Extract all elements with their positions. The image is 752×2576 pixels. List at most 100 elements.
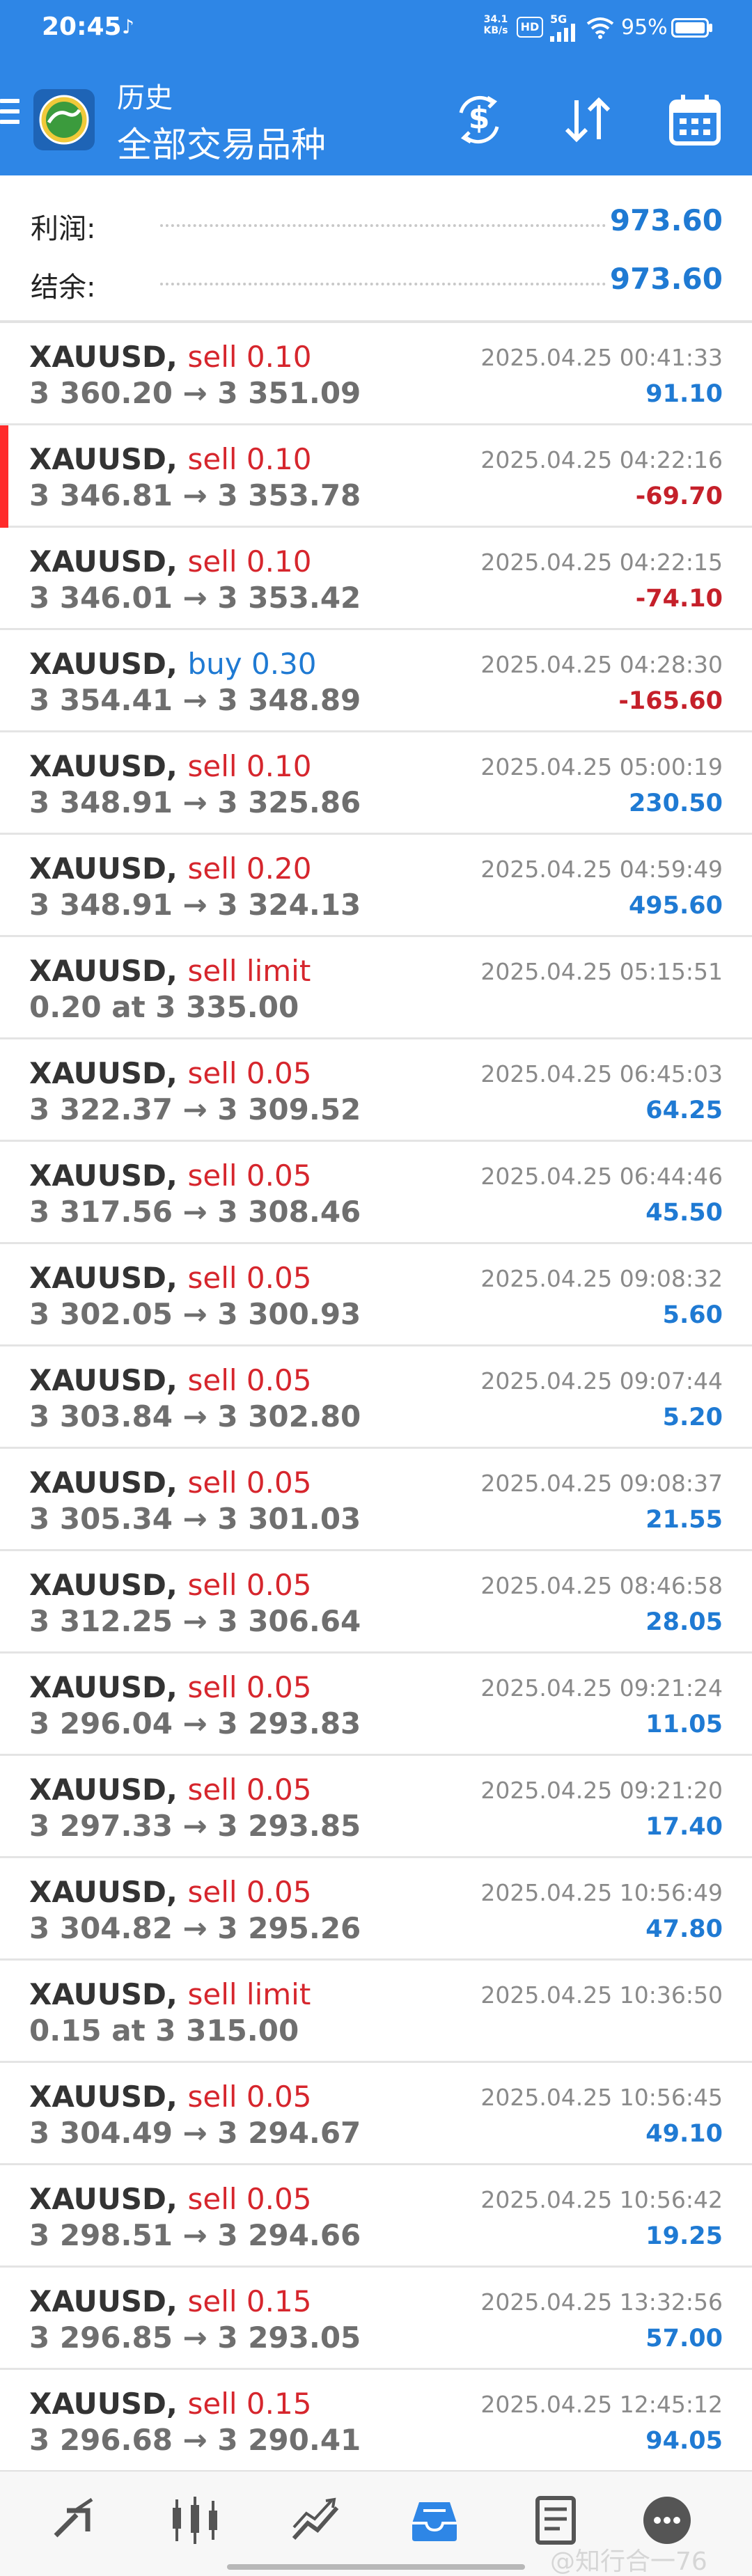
profit-value: 973.60 [609, 203, 723, 237]
trade-profit: 91.10 [645, 380, 723, 408]
trade-profit: 45.50 [645, 1199, 723, 1227]
symbol-name: XAUUSD, [29, 1773, 178, 1807]
trade-symbol: XAUUSD, sell 0.05 [29, 1568, 311, 1602]
trade-row[interactable]: XAUUSD, sell 0.05 3 298.51 → 3 294.66 2025… [0, 2165, 752, 2268]
trade-side: sell 0.10 [187, 442, 312, 476]
trade-row[interactable]: XAUUSD, sell 0.15 3 296.85 → 3 293.05 2025… [0, 2268, 752, 2370]
quotes-icon[interactable] [49, 2492, 104, 2548]
trade-profit: 49.10 [645, 2120, 723, 2148]
trade-side: sell 0.05 [187, 1773, 312, 1807]
trade-time: 2025.04.25 04:59:49 [480, 856, 723, 883]
trade-prices: 0.20 at 3 335.00 [29, 990, 299, 1024]
trade-profit: 64.25 [645, 1097, 723, 1124]
trade-prices: 3 312.25 → 3 306.64 [29, 1604, 361, 1638]
journal-icon[interactable] [528, 2492, 583, 2548]
trade-row[interactable]: XAUUSD, sell 0.10 3 348.91 → 3 325.86 2025… [0, 732, 752, 835]
trade-side: sell 0.10 [187, 749, 312, 783]
trade-profit: 47.80 [645, 1915, 723, 1943]
calendar-icon[interactable] [667, 92, 723, 148]
history-icon[interactable] [407, 2492, 462, 2548]
trade-row[interactable]: XAUUSD, sell 0.05 3 312.25 → 3 306.64 2025… [0, 1551, 752, 1654]
trade-row[interactable]: XAUUSD, sell 0.05 3 304.82 → 3 295.26 2025… [0, 1858, 752, 1961]
trade-side: sell 0.15 [187, 2387, 312, 2421]
symbol-name: XAUUSD, [29, 1261, 178, 1295]
trade-row[interactable]: XAUUSD, sell 0.10 3 360.20 → 3 351.09 2025… [0, 323, 752, 425]
trade-time: 2025.04.25 12:45:12 [480, 2391, 723, 2418]
trade-time: 2025.04.25 05:00:19 [480, 753, 723, 780]
trade-prices: 3 305.34 → 3 301.03 [29, 1502, 361, 1536]
trade-row[interactable]: XAUUSD, sell 0.05 3 305.34 → 3 301.03 2025… [0, 1449, 752, 1551]
menu-icon[interactable] [0, 99, 21, 134]
trade-profit: 5.20 [662, 1404, 723, 1431]
signal-icon [550, 24, 575, 42]
trade-time: 2025.04.25 10:56:42 [480, 2186, 723, 2213]
trade-side: sell 0.05 [187, 1363, 312, 1397]
trade-row[interactable]: XAUUSD, sell 0.05 3 296.04 → 3 293.83 2025… [0, 1654, 752, 1756]
symbol-filter[interactable]: 全部交易品种 [117, 117, 326, 167]
trade-symbol: XAUUSD, sell 0.15 [29, 2284, 311, 2318]
trade-prices: 3 322.37 → 3 309.52 [29, 1092, 361, 1126]
trade-profit: 17.40 [645, 1813, 723, 1841]
trade-row[interactable]: XAUUSD, sell 0.05 3 304.49 → 3 294.67 2025… [0, 2063, 752, 2165]
trade-row[interactable]: XAUUSD, sell 0.05 3 322.37 → 3 309.52 2025… [0, 1039, 752, 1142]
trade-row[interactable]: XAUUSD, sell 0.05 3 297.33 → 3 293.85 2025… [0, 1756, 752, 1858]
trade-row[interactable]: XAUUSD, sell 0.10 3 346.01 → 3 353.42 2025… [0, 528, 752, 630]
trade-row[interactable]: XAUUSD, sell limit 0.20 at 3 335.00 2025.0… [0, 937, 752, 1039]
trade-symbol: XAUUSD, sell 0.10 [29, 544, 311, 579]
symbol-name: XAUUSD, [29, 1466, 178, 1500]
selected-marker [0, 425, 8, 528]
status-time: 20:45 [42, 13, 122, 41]
trade-profit: 19.25 [645, 2222, 723, 2250]
trade-symbol: XAUUSD, sell 0.15 [29, 2387, 311, 2421]
trade-time: 2025.04.25 09:08:37 [480, 1470, 723, 1497]
trade-history-list[interactable]: XAUUSD, sell 0.10 3 360.20 → 3 351.09 2025… [0, 323, 752, 2470]
trade-prices: 3 360.20 → 3 351.09 [29, 376, 361, 410]
trade-profit: 495.60 [628, 892, 723, 920]
trade-profit: 230.50 [628, 790, 723, 817]
symbol-name: XAUUSD, [29, 954, 178, 988]
messages-icon[interactable] [639, 2492, 695, 2548]
trade-side: sell 0.10 [187, 544, 312, 579]
trade-prices: 3 302.05 → 3 300.93 [29, 1297, 361, 1331]
trade-row[interactable]: XAUUSD, sell 0.20 3 348.91 → 3 324.13 2025… [0, 835, 752, 937]
trade-row[interactable]: XAUUSD, sell 0.05 3 317.56 → 3 308.46 2025… [0, 1142, 752, 1244]
trade-symbol: XAUUSD, sell 0.10 [29, 749, 311, 783]
trade-symbol: XAUUSD, sell 0.05 [29, 1875, 311, 1909]
trade-time: 2025.04.25 09:21:24 [480, 1674, 723, 1702]
trade-time: 2025.04.25 09:21:20 [480, 1777, 723, 1804]
home-indicator[interactable] [227, 2564, 525, 2570]
trade-symbol: XAUUSD, sell 0.05 [29, 1056, 311, 1090]
trade-row[interactable]: XAUUSD, sell 0.15 3 296.68 → 3 290.41 2025… [0, 2370, 752, 2470]
trade-icon[interactable] [288, 2492, 344, 2548]
trade-prices: 3 303.84 → 3 302.80 [29, 1399, 361, 1434]
sort-arrows-icon[interactable] [560, 92, 616, 148]
battery-percent: 95% [621, 15, 668, 40]
trade-symbol: XAUUSD, sell limit [29, 954, 311, 988]
currency-exchange-icon[interactable]: $ [451, 92, 507, 148]
trade-side: sell 0.05 [187, 1466, 312, 1500]
trade-time: 2025.04.25 09:07:44 [480, 1367, 723, 1395]
trade-side: sell limit [187, 1977, 311, 2011]
trade-row[interactable]: XAUUSD, sell 0.10 3 346.81 → 3 353.78 2025… [0, 425, 752, 528]
trade-row[interactable]: XAUUSD, sell 0.05 3 303.84 → 3 302.80 2025… [0, 1346, 752, 1449]
chart-icon[interactable] [167, 2492, 223, 2548]
trade-side: sell 0.05 [187, 1261, 312, 1295]
symbol-name: XAUUSD, [29, 1159, 178, 1193]
symbol-name: XAUUSD, [29, 1568, 178, 1602]
profit-dots [160, 224, 606, 227]
trade-side: sell 0.15 [187, 2284, 312, 2318]
trade-row[interactable]: XAUUSD, sell 0.05 3 302.05 → 3 300.93 2025… [0, 1244, 752, 1346]
trade-time: 2025.04.25 04:22:15 [480, 549, 723, 576]
symbol-name: XAUUSD, [29, 647, 178, 681]
trade-side: sell 0.05 [187, 1875, 312, 1909]
trade-symbol: XAUUSD, sell limit [29, 1977, 311, 2011]
app-logo-icon[interactable] [33, 89, 95, 150]
summary-panel: 利润: 973.60 结余: 973.60 [0, 175, 752, 323]
trade-row[interactable]: XAUUSD, sell limit 0.15 at 3 315.00 2025.0… [0, 1961, 752, 2063]
trade-prices: 3 297.33 → 3 293.85 [29, 1809, 361, 1843]
symbol-name: XAUUSD, [29, 2080, 178, 2114]
symbol-name: XAUUSD, [29, 1056, 178, 1090]
trade-prices: 3 296.04 → 3 293.83 [29, 1706, 361, 1741]
trade-prices: 3 354.41 → 3 348.89 [29, 683, 361, 717]
trade-row[interactable]: XAUUSD, buy 0.30 3 354.41 → 3 348.89 2025.… [0, 630, 752, 732]
